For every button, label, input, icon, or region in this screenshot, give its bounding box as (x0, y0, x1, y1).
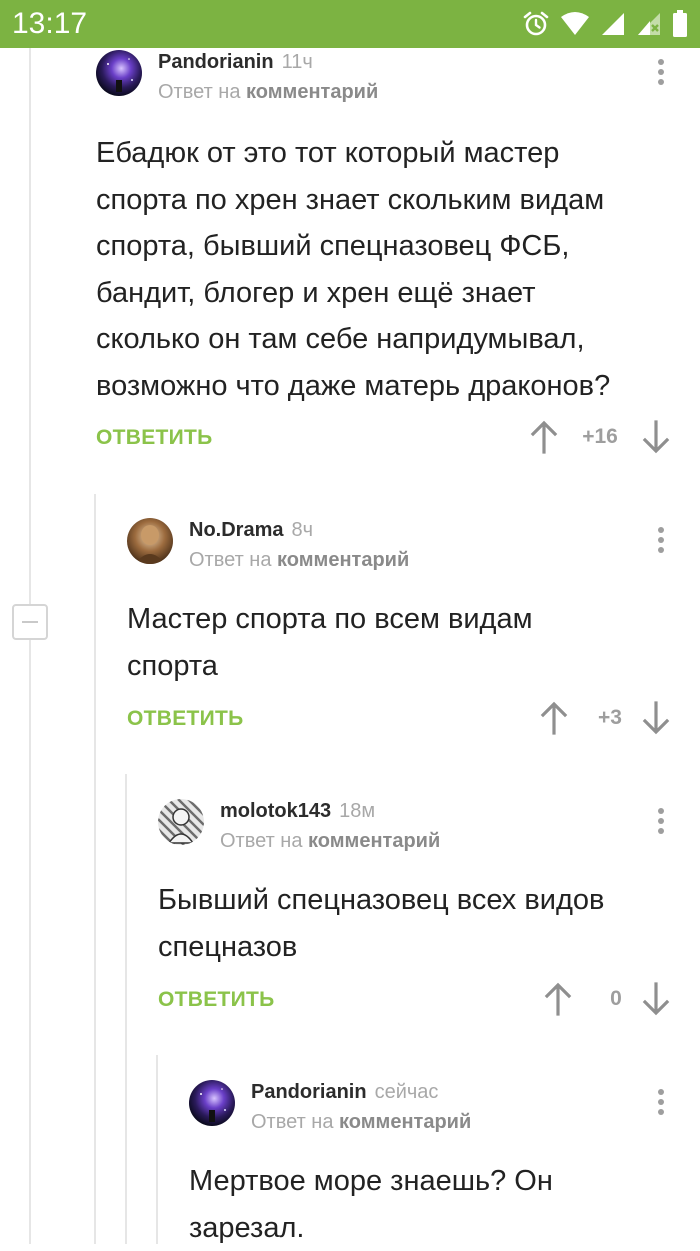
author-name[interactable]: No.Drama 8ч (189, 518, 313, 542)
comment: Pandorianin сейчас Ответ на комментарий М… (189, 1080, 700, 1244)
thread-line-level-3 (156, 1055, 158, 1244)
comment-time: 8ч (291, 519, 314, 541)
reply-to-label: Ответ на комментарий (189, 548, 409, 572)
reply-to-link[interactable]: комментарий (339, 1111, 471, 1133)
thread-line-level-1 (94, 494, 96, 1244)
reply-to-label: Ответ на комментарий (220, 829, 440, 853)
battery-icon (672, 10, 688, 38)
arrow-down-icon[interactable] (642, 420, 670, 459)
reply-to-prefix: Ответ на (251, 1111, 334, 1133)
more-vert-icon[interactable] (656, 520, 666, 556)
reply-to-link[interactable]: комментарий (246, 81, 378, 103)
avatar[interactable] (127, 518, 173, 564)
more-vert-icon[interactable] (656, 1082, 666, 1118)
rating-value: +3 (598, 706, 622, 729)
comment: Pandorianin 11ч Ответ на комментарий Ебад… (96, 50, 700, 460)
comment-text: Мастер спорта по всем видам спорта (127, 603, 533, 682)
reply-to-label: Ответ на комментарий (251, 1110, 471, 1134)
author-name-text[interactable]: No.Drama (189, 519, 283, 541)
comment-text: Бывший спецназовец всех видов спецназов (158, 884, 605, 963)
reply-to-prefix: Ответ на (158, 81, 241, 103)
author-name-text[interactable]: molotok143 (220, 800, 331, 822)
signal-no-data-icon (636, 11, 662, 37)
avatar[interactable] (96, 50, 142, 96)
avatar[interactable] (158, 799, 204, 845)
author-name[interactable]: Pandorianin сейчас (251, 1080, 438, 1104)
arrow-up-icon[interactable] (530, 420, 558, 459)
comment-text: Мертвое море знаешь? Он зарезал. (189, 1165, 553, 1244)
thread-line-level-0-lower (29, 640, 31, 1244)
reply-to-prefix: Ответ на (189, 549, 272, 571)
comment-time: 11ч (281, 51, 313, 73)
alarm-icon (522, 10, 550, 38)
reply-to-link[interactable]: комментарий (308, 830, 440, 852)
comment: molotok143 18м Ответ на комментарий Бывши… (158, 799, 700, 1019)
comment-text: Ебадюк от это тот который мастер спорта … (96, 137, 611, 402)
reply-button[interactable]: ОТВЕТИТЬ (96, 426, 213, 450)
reply-to-prefix: Ответ на (220, 830, 303, 852)
reply-button[interactable]: ОТВЕТИТЬ (158, 988, 275, 1012)
collapse-icon[interactable] (12, 604, 48, 640)
more-vert-icon[interactable] (656, 52, 666, 88)
status-time: 13:17 (12, 7, 88, 40)
arrow-up-icon[interactable] (544, 982, 572, 1021)
thread-line-level-0 (29, 48, 31, 604)
status-bar: 13:17 (0, 0, 700, 48)
reply-button[interactable]: ОТВЕТИТЬ (127, 707, 244, 731)
comment-time: 18м (339, 800, 376, 822)
avatar[interactable] (189, 1080, 235, 1126)
vote-controls: 0 (530, 982, 670, 1018)
arrow-down-icon[interactable] (642, 701, 670, 740)
signal-icon (600, 11, 626, 37)
reply-to-link[interactable]: комментарий (277, 549, 409, 571)
vote-controls: +16 (530, 420, 670, 456)
more-vert-icon[interactable] (656, 801, 666, 837)
author-name-text[interactable]: Pandorianin (251, 1081, 367, 1103)
author-name[interactable]: molotok143 18м (220, 799, 375, 823)
wifi-icon (560, 11, 590, 37)
status-icons (522, 9, 688, 39)
comment: No.Drama 8ч Ответ на комментарий Мастер с… (127, 518, 700, 738)
author-name[interactable]: Pandorianin 11ч (158, 50, 313, 74)
reply-to-label: Ответ на комментарий (158, 80, 378, 104)
author-name-text[interactable]: Pandorianin (158, 51, 274, 73)
arrow-down-icon[interactable] (642, 982, 670, 1021)
rating-value: +16 (582, 425, 618, 448)
arrow-up-icon[interactable] (540, 701, 568, 740)
vote-controls: +3 (530, 701, 670, 737)
comment-time: сейчас (374, 1081, 439, 1103)
thread-line-level-2 (125, 774, 127, 1244)
